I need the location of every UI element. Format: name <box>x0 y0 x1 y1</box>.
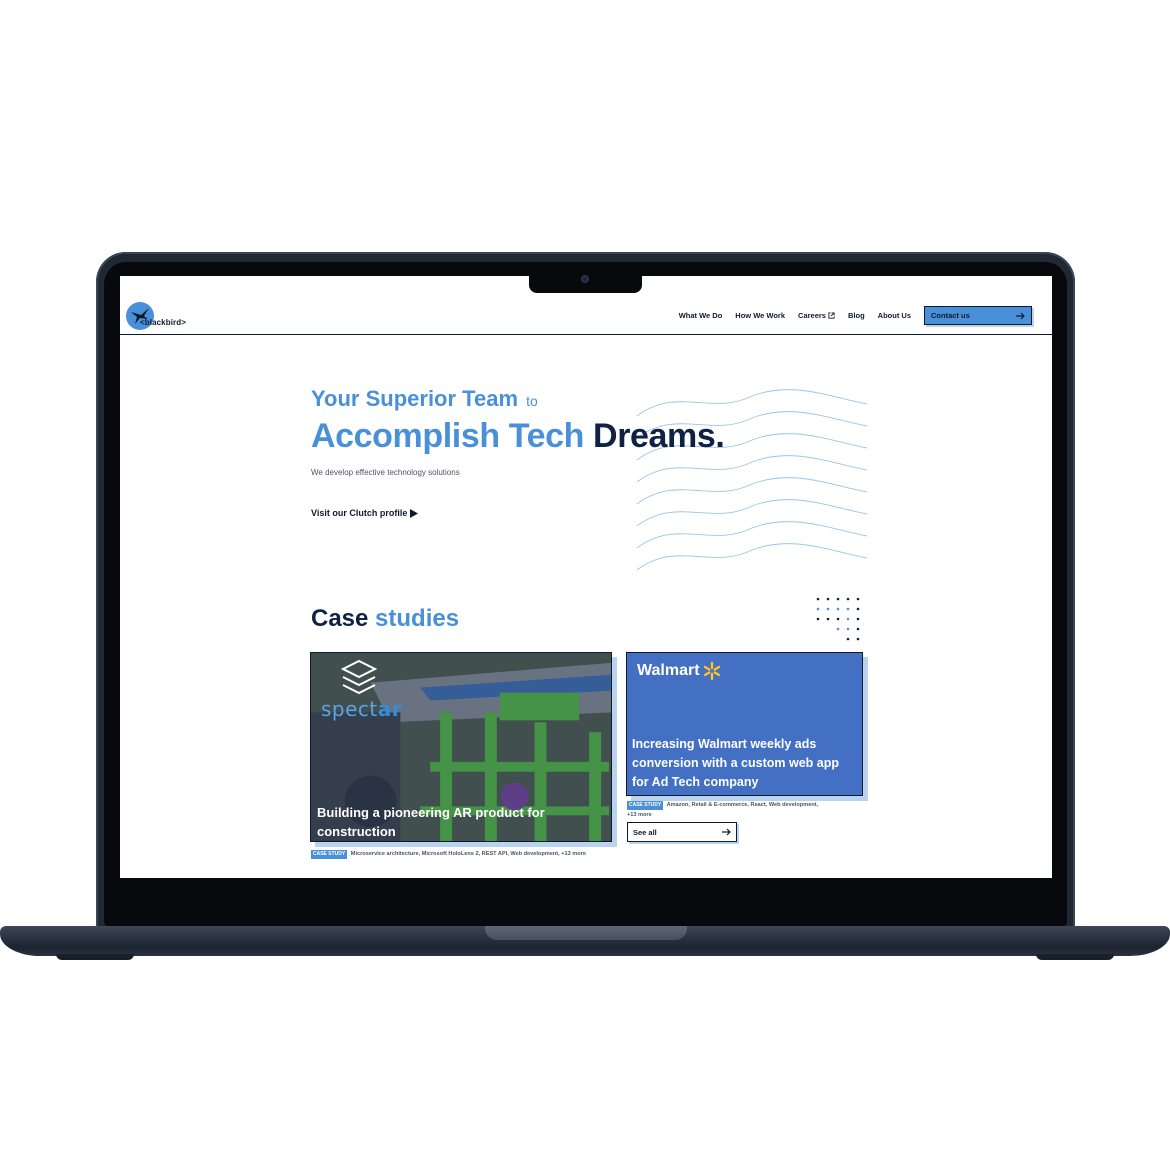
hero-subtitle: We develop effective technology solution… <box>311 468 460 477</box>
main-nav: What We Do How We Work Careers Blog Abou… <box>679 306 1032 325</box>
laptop-foot-right <box>1036 954 1114 960</box>
nav-careers-label: Careers <box>798 311 826 320</box>
nav-about-us[interactable]: About Us <box>878 311 911 320</box>
walmart-wordmark: Walmart <box>637 662 700 679</box>
walmart-logo: Walmart <box>637 661 722 681</box>
see-all-button[interactable]: See all <box>627 822 737 842</box>
case-study-card-spectar[interactable]: spectar Building a pioneering AR product… <box>310 652 612 842</box>
case-study-title: Building a pioneering AR product for con… <box>317 805 545 839</box>
see-all-label: See all <box>633 827 657 837</box>
hero-heading-line1: Your Superior Team to <box>311 386 538 412</box>
nav-how-we-work[interactable]: How We Work <box>735 311 785 320</box>
nav-blog[interactable]: Blog <box>848 311 865 320</box>
spectar-cube-icon <box>340 659 378 695</box>
contact-us-button[interactable]: Contact us <box>924 306 1032 325</box>
nav-what-we-do[interactable]: What We Do <box>679 311 723 320</box>
hero-line2-dark: Dreams. <box>593 417 725 455</box>
decorative-waves <box>636 389 868 571</box>
case-studies-heading: Case studies <box>311 605 459 633</box>
clutch-profile-link[interactable]: Visit our Clutch profile <box>311 508 419 518</box>
external-link-icon <box>828 312 835 319</box>
contact-us-label: Contact us <box>931 311 970 320</box>
case-study-card-walmart[interactable]: Walmart Increasing Walmart weekly ads co… <box>626 652 863 796</box>
clutch-link-label: Visit our Clutch profile <box>311 508 408 518</box>
case-study-meta: CASE STUDY Microservice architecture, Mi… <box>311 850 621 859</box>
blackbird-logo[interactable]: <blackbird> <box>126 302 194 332</box>
play-icon <box>410 508 419 518</box>
spectar-brand-b: ar <box>377 697 403 721</box>
hero-line2-light: Accomplish Tech <box>311 417 584 455</box>
website-screen: <blackbird> What We Do How We Work Caree… <box>120 276 1052 878</box>
nav-careers[interactable]: Careers <box>798 311 835 320</box>
arrow-right-icon <box>1016 312 1025 319</box>
hero-line1-main: Your Superior Team <box>311 386 519 411</box>
camera-notch <box>529 272 642 293</box>
walmart-spark-icon <box>703 661 720 681</box>
case-studies-title-accent: studies <box>375 605 460 632</box>
spectar-brand-a: spect <box>321 697 378 721</box>
hero-heading-line2: Accomplish Tech Dreams. <box>311 417 725 456</box>
decorative-dot-grid <box>816 597 860 641</box>
case-study-badge: CASE STUDY <box>311 850 348 859</box>
arrow-right-icon <box>722 828 731 836</box>
case-study-badge: CASE STUDY <box>627 801 664 810</box>
case-study-title: Increasing Walmart weekly ads conversion… <box>632 737 839 789</box>
laptop-hinge-groove <box>485 926 687 940</box>
case-studies-title-dark: Case <box>311 605 369 632</box>
case-study-meta: CASE STUDY Amazon, Retail & E-commerce, … <box>627 800 827 820</box>
spectar-brand: spectar <box>321 697 402 721</box>
case-study-tags: Microservice architecture, Microsoft Hol… <box>350 851 586 857</box>
camera-icon <box>581 275 589 283</box>
hero-line1-to: to <box>526 393 538 409</box>
laptop-foot-left <box>56 954 134 960</box>
logo-text: <blackbird> <box>140 318 187 327</box>
